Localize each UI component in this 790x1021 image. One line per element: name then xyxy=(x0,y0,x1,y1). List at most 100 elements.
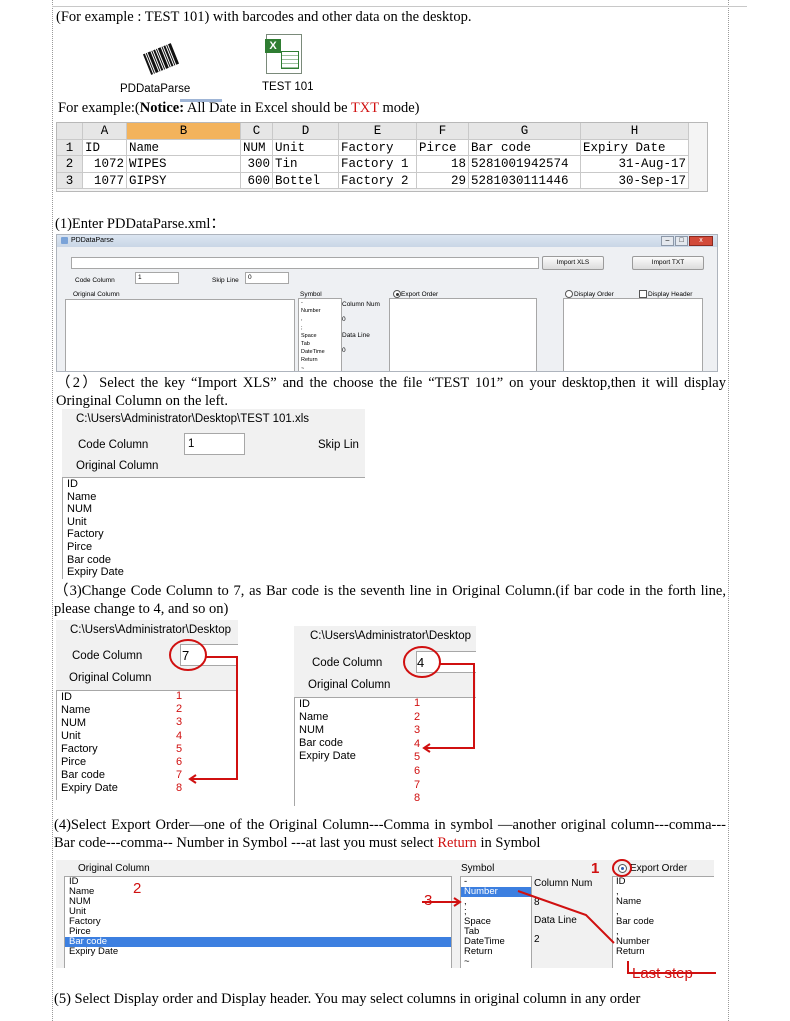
list-item[interactable]: Pirce xyxy=(67,541,365,554)
column-header[interactable]: E xyxy=(339,123,417,140)
line-number: 6 xyxy=(414,764,421,777)
code-column-label: Code Column xyxy=(75,277,115,284)
table-cell[interactable]: 30-Sep-17 xyxy=(581,172,689,189)
column-num-value: 0 xyxy=(342,316,346,323)
example-note: For example:(Notice: All Date in Excel s… xyxy=(58,100,420,116)
table-cell[interactable]: 1072 xyxy=(83,156,127,173)
column-header[interactable]: A xyxy=(83,123,127,140)
column-header[interactable]: C xyxy=(241,123,273,140)
display-header-checkbox[interactable] xyxy=(639,290,647,298)
code-column-input[interactable]: 1 xyxy=(135,272,179,284)
table-cell[interactable]: Bottel xyxy=(273,172,339,189)
page-border-top xyxy=(52,6,747,7)
original-column-list[interactable]: ID Name NUM Unit Factory Pirce Bar code … xyxy=(62,477,365,579)
list-item[interactable]: ID xyxy=(67,478,365,491)
code-column-input[interactable]: 1 xyxy=(184,433,245,455)
table-cell[interactable]: Factory xyxy=(339,139,417,156)
line-number: 2 xyxy=(176,703,183,716)
table-cell[interactable]: Bar code xyxy=(469,139,581,156)
line-number: 3 xyxy=(176,716,183,729)
table-cell[interactable]: GIPSY xyxy=(127,172,241,189)
table-cell[interactable]: NUM xyxy=(241,139,273,156)
display-list[interactable] xyxy=(563,298,703,371)
symbol-item[interactable]: Tab xyxy=(301,340,341,348)
intro-text: (For example : TEST 101) with barcodes a… xyxy=(56,9,472,25)
annotation-4-overlay: 4 xyxy=(403,646,475,753)
step-number-3: 3 xyxy=(424,892,433,909)
table-cell[interactable]: 1077 xyxy=(83,172,127,189)
list-item[interactable]: Name xyxy=(67,491,365,504)
step4-text: (4)Select Export Order—one of the Origin… xyxy=(54,817,726,851)
symbol-item[interactable]: Number xyxy=(301,307,341,315)
export-order-label: Export Order xyxy=(401,291,439,298)
line-number: 1 xyxy=(414,697,421,709)
highlight-circle xyxy=(612,859,632,877)
step-number-2: 2 xyxy=(133,880,142,897)
table-cell[interactable]: Name xyxy=(127,139,241,156)
column-header[interactable]: G xyxy=(469,123,581,140)
symbol-item[interactable]: ~ xyxy=(301,365,341,371)
table-cell[interactable]: Pirce xyxy=(417,139,469,156)
list-item[interactable]: Expiry Date xyxy=(67,566,365,579)
annotation-7-overlay: 7 xyxy=(169,639,238,784)
original-column-list[interactable] xyxy=(65,299,295,371)
column-header[interactable]: H xyxy=(581,123,689,140)
row-number[interactable]: 3 xyxy=(57,172,83,189)
column-header[interactable]: D xyxy=(273,123,339,140)
table-cell[interactable]: Unit xyxy=(273,139,339,156)
step-number-1: 1 xyxy=(591,860,600,877)
minimize-icon[interactable]: – xyxy=(661,236,674,246)
import-result-panel: C:\Users\Administrator\Desktop\TEST 101.… xyxy=(62,409,365,579)
column-header[interactable]: B xyxy=(127,123,241,140)
line-number: 6 xyxy=(176,756,183,769)
symbol-item[interactable]: Space xyxy=(301,332,341,340)
skip-line-label: Skip Line xyxy=(212,277,239,284)
table-cell[interactable]: Expiry Date xyxy=(581,139,689,156)
table-cell[interactable]: WIPES xyxy=(127,156,241,173)
symbol-item[interactable]: Return xyxy=(301,356,341,364)
list-item[interactable]: Bar code xyxy=(67,554,365,567)
table-cell[interactable]: 31-Aug-17 xyxy=(581,156,689,173)
line-number: 1 xyxy=(176,690,183,702)
list-item[interactable]: NUM xyxy=(67,503,365,516)
table-cell[interactable]: 5281001942574 xyxy=(469,156,581,173)
close-icon[interactable]: x xyxy=(689,236,713,246)
step2-text: （2）Select the key “Import XLS” and the c… xyxy=(56,375,726,409)
list-item[interactable]: Unit xyxy=(67,516,365,529)
file-path-field[interactable] xyxy=(71,257,539,269)
table-cell[interactable]: 5281030111446 xyxy=(469,172,581,189)
table-cell[interactable]: 600 xyxy=(241,172,273,189)
skip-line-input[interactable]: 0 xyxy=(245,272,289,284)
barcode-app-icon[interactable] xyxy=(140,40,182,78)
maximize-icon[interactable]: □ xyxy=(675,236,688,246)
table-cell[interactable]: Factory 1 xyxy=(339,156,417,173)
annotation-line xyxy=(517,890,615,944)
import-txt-button[interactable]: Import TXT xyxy=(632,256,704,270)
line-number: 4 xyxy=(414,737,421,750)
table-cell[interactable]: 29 xyxy=(417,172,469,189)
pddataparse-window: PDDataParse – □ x Import XLS Import TXT … xyxy=(56,234,718,372)
column-header[interactable]: F xyxy=(417,123,469,140)
row-number[interactable]: 1 xyxy=(57,139,83,156)
line-number: 5 xyxy=(176,742,183,755)
symbol-list[interactable]: - Number , ; Space Tab DateTime Return ~ xyxy=(298,298,342,371)
symbol-item[interactable]: DateTime xyxy=(301,348,341,356)
row-number[interactable]: 2 xyxy=(57,156,83,173)
export-order-radio[interactable] xyxy=(393,290,401,298)
excel-file-icon[interactable]: X xyxy=(265,34,302,74)
table-cell[interactable]: Tin xyxy=(273,156,339,173)
symbol-item[interactable]: ; xyxy=(301,324,341,332)
list-item[interactable]: Factory xyxy=(67,528,365,541)
table-cell[interactable]: 300 xyxy=(241,156,273,173)
skip-line-label: Skip Lin xyxy=(318,439,359,451)
line-number: 8 xyxy=(176,782,183,795)
table-cell[interactable]: Factory 2 xyxy=(339,172,417,189)
display-order-radio[interactable] xyxy=(565,290,573,298)
table-cell[interactable]: 18 xyxy=(417,156,469,173)
symbol-item[interactable]: - xyxy=(301,299,341,307)
import-xls-button[interactable]: Import XLS xyxy=(542,256,604,270)
symbol-item[interactable]: , xyxy=(301,315,341,323)
table-cell[interactable]: ID xyxy=(83,139,127,156)
original-column-label: Original Column xyxy=(76,460,159,472)
export-order-list[interactable] xyxy=(389,298,537,371)
